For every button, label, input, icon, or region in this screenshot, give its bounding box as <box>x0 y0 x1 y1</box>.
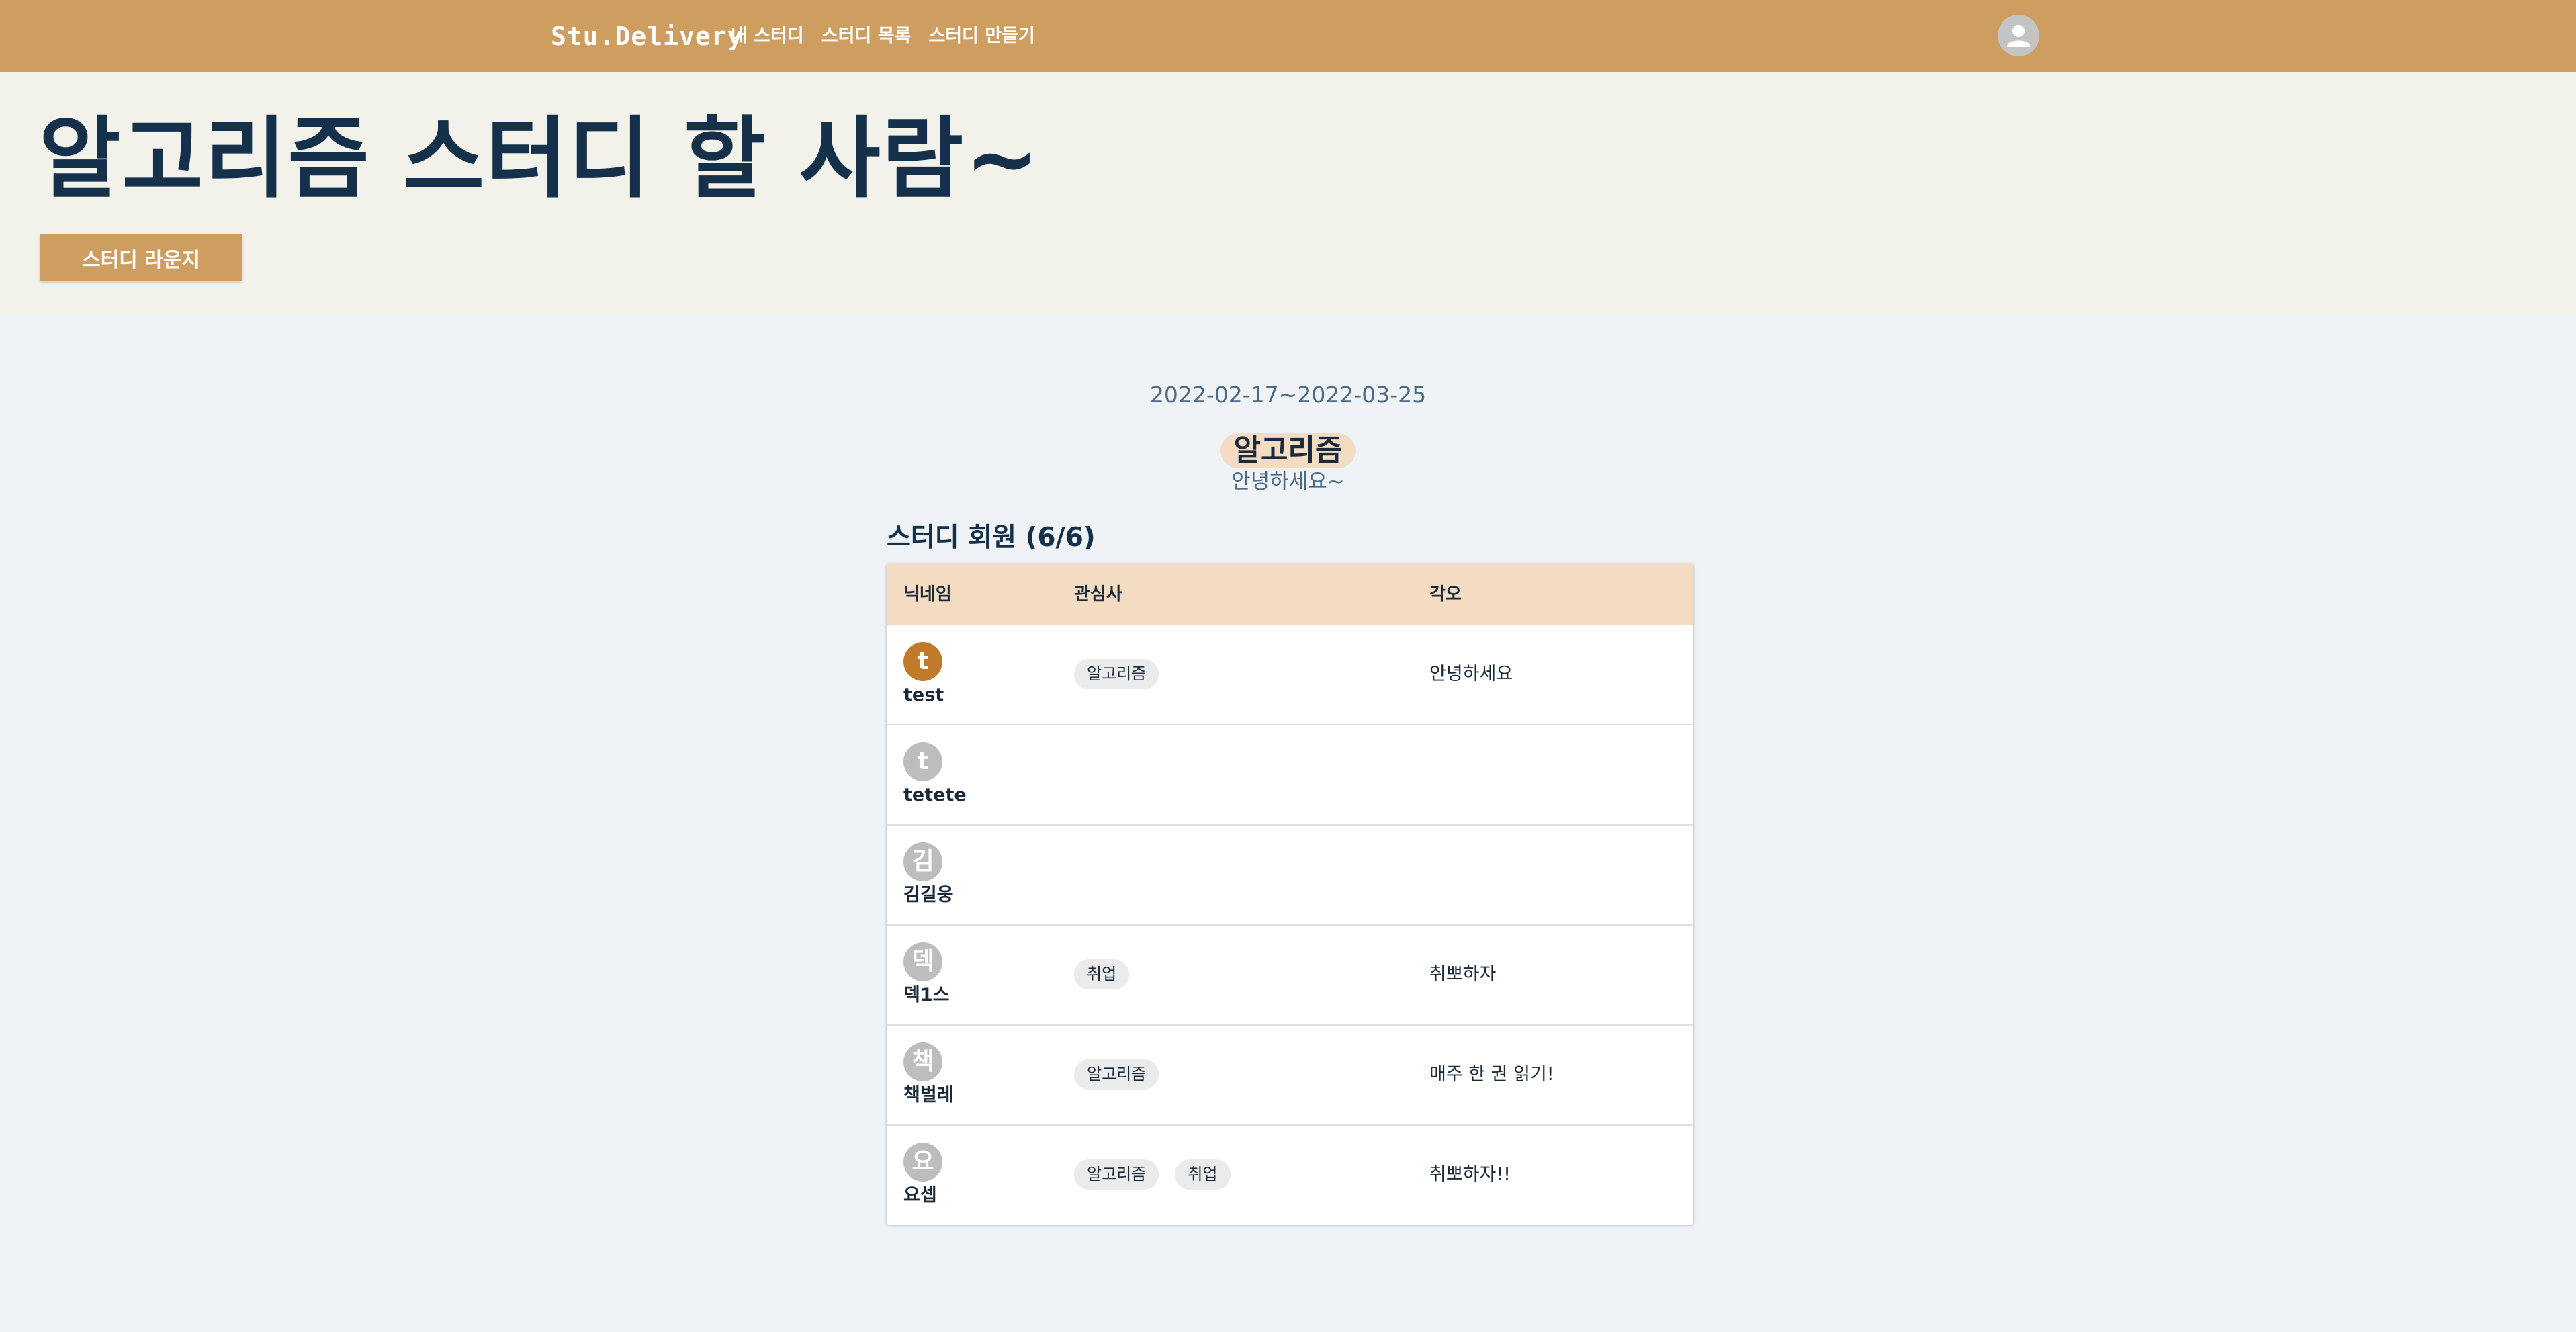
interest-chip: 취업 <box>1074 959 1130 989</box>
study-topic-badge: 알고리즘 <box>1220 433 1356 468</box>
nav-my-study[interactable]: 내 스터디 <box>731 17 804 55</box>
brand-logo[interactable]: Stu.Delivery <box>551 17 744 55</box>
members-table: 닉네임 관심사 각오 t test 알고리즘 안녕하세요 t tetete 김김길웅덱덱1스… <box>887 564 1693 1225</box>
table-row: 덱덱1스 취업 취뽀하자 <box>887 924 1693 1024</box>
account-circle-icon <box>2007 25 2030 47</box>
nav-study-list[interactable]: 스터디 목록 <box>821 17 912 55</box>
table-row: t tetete <box>887 724 1693 824</box>
nickname-cell: 요요셉 <box>903 1143 942 1206</box>
interest-chip: 알고리즘 <box>1074 1159 1159 1190</box>
study-greeting: 안녕하세요~ <box>1231 470 1345 494</box>
table-row: 책책벌레 알고리즘 매주 한 권 읽기! <box>887 1024 1693 1124</box>
member-avatar[interactable]: 김 <box>903 842 942 881</box>
interests-cell: 알고리즘 <box>1074 659 1159 689</box>
table-header: 닉네임 관심사 각오 <box>887 564 1693 625</box>
column-header-nickname: 닉네임 <box>903 584 952 605</box>
study-title: 알고리즘 스터디 할 사람~ <box>39 107 1040 211</box>
resolution-cell: 매주 한 권 읽기! <box>1429 1064 1554 1085</box>
member-nickname: 책벌레 <box>903 1085 954 1106</box>
nav-create-study[interactable]: 스터디 만들기 <box>928 17 1034 55</box>
resolution-cell: 취뽀하자 <box>1429 964 1497 985</box>
table-row: t test 알고리즘 안녕하세요 <box>887 625 1693 724</box>
study-period: 2022-02-17~2022-03-25 <box>1149 382 1427 408</box>
member-avatar[interactable]: t <box>903 742 942 781</box>
nickname-cell: 책책벌레 <box>903 1042 954 1106</box>
resolution-cell: 취뽀하자!! <box>1429 1164 1511 1185</box>
interests-cell: 알고리즘 <box>1074 1059 1159 1090</box>
interest-chip: 알고리즘 <box>1074 1059 1159 1090</box>
member-nickname: test <box>903 684 944 705</box>
column-header-resolution: 각오 <box>1429 584 1462 605</box>
member-avatar[interactable]: 덱 <box>903 942 942 981</box>
nickname-cell: t tetete <box>903 742 967 805</box>
member-nickname: 덱1스 <box>903 985 950 1006</box>
column-header-interests: 관심사 <box>1074 584 1122 605</box>
table-body: t test 알고리즘 안녕하세요 t tetete 김 김길웅 덱 덱1스 취업 취뽀하자 책 책벌레 알… <box>887 625 1693 1225</box>
top-app-bar: Stu.Delivery 내 스터디 스터디 목록 스터디 만들기 <box>0 0 2576 72</box>
interest-chip: 알고리즘 <box>1074 659 1159 689</box>
member-nickname: tetete <box>903 785 967 805</box>
member-avatar[interactable]: 책 <box>903 1042 942 1081</box>
member-avatar[interactable]: 요 <box>903 1143 942 1182</box>
interests-cell: 취업 <box>1074 959 1130 989</box>
resolution-cell: 안녕하세요 <box>1429 664 1513 684</box>
nickname-cell: 김김길웅 <box>903 842 954 905</box>
member-nickname: 요셉 <box>903 1185 937 1206</box>
table-row: 요요셉 알고리즘 취업 취뽀하자!! <box>887 1124 1693 1225</box>
members-title: 스터디 회원 (6/6) <box>887 523 1096 553</box>
nickname-cell: t test <box>903 642 944 705</box>
interests-cell: 알고리즘 취업 <box>1074 1159 1231 1190</box>
account-menu-button[interactable] <box>1998 15 2039 56</box>
study-hero: 알고리즘 스터디 할 사람~ 스터디 라운지 <box>0 72 2576 315</box>
study-topic-container: 알고리즘 <box>0 433 2576 468</box>
main-nav: 내 스터디 스터디 목록 스터디 만들기 <box>731 17 1035 55</box>
member-avatar[interactable]: t <box>903 642 942 681</box>
table-row: 김김길웅 <box>887 824 1693 924</box>
interest-chip: 취업 <box>1175 1159 1231 1190</box>
study-lounge-button[interactable]: 스터디 라운지 <box>40 234 242 281</box>
nickname-cell: 덱덱1스 <box>903 942 949 1006</box>
member-nickname: 김길웅 <box>903 885 954 905</box>
